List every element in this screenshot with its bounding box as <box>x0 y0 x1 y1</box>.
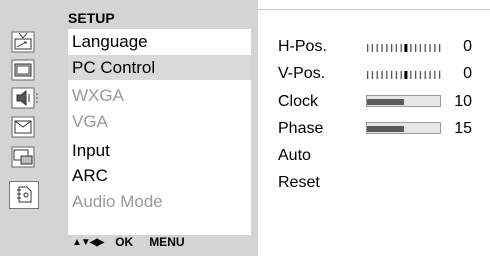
slider-tick <box>376 44 378 52</box>
navigation-hint: ▲▼◀▶ OK MENU <box>72 235 185 249</box>
reset-row[interactable]: Reset <box>278 172 488 194</box>
menu-item-arc[interactable]: ARC <box>68 163 251 188</box>
phase-value: 15 <box>454 120 472 137</box>
h-pos-row: H-Pos. 0 <box>278 36 488 58</box>
slider-tick <box>410 44 412 52</box>
phase-label: Phase <box>278 120 324 137</box>
slider-position-marker <box>404 71 408 79</box>
phase-slider[interactable] <box>366 122 441 134</box>
slider-tick <box>424 71 426 79</box>
clock-label: Clock <box>278 93 319 110</box>
slider-tick <box>434 71 436 79</box>
slider-tick <box>424 44 426 52</box>
auto-row[interactable]: Auto <box>278 145 488 167</box>
arrow-keys-icon: ▲▼◀▶ <box>72 236 104 248</box>
menu-item-audio-mode: Audio Mode <box>72 192 163 211</box>
h-pos-slider[interactable] <box>366 44 442 52</box>
slider-tick <box>395 44 398 52</box>
slider-tick <box>371 44 374 52</box>
menu-key-label: MENU <box>149 235 185 249</box>
menu-item-input[interactable]: Input <box>68 138 251 163</box>
menu-item-language[interactable]: Language <box>68 29 251 54</box>
slider-tick <box>415 71 417 79</box>
auto-option[interactable]: Auto <box>278 145 311 167</box>
slider-tick <box>376 71 378 79</box>
h-pos-label: H-Pos. <box>278 38 327 55</box>
clock-row: Clock 10 <box>278 91 488 113</box>
pip-icon[interactable] <box>6 144 64 170</box>
slider-tick <box>391 71 393 79</box>
slider-tick <box>439 71 441 79</box>
slider-tick <box>439 44 441 52</box>
menu-item-vga: VGA <box>72 112 108 131</box>
slider-tick <box>381 44 383 52</box>
ok-key-label: OK <box>115 235 134 249</box>
v-pos-label: V-Pos. <box>278 65 326 82</box>
sound-icon[interactable] <box>6 85 64 111</box>
timer-icon[interactable] <box>6 114 64 140</box>
slider-tick <box>400 44 402 52</box>
setup-menu-list: Language PC Control WXGA VGA Input ARC A… <box>68 29 251 235</box>
slider-tick <box>419 71 422 79</box>
setup-osd-menu: SETUP Language PC Control WXGA VGA Input… <box>0 0 490 256</box>
v-pos-slider[interactable] <box>366 71 442 79</box>
slider-position-marker <box>404 44 408 52</box>
slider-tick <box>395 71 398 79</box>
phase-slider-fill <box>367 126 404 132</box>
menu-title: SETUP <box>68 10 115 26</box>
menu-item-pc-control[interactable]: PC Control <box>68 55 251 80</box>
slider-tick <box>386 71 388 79</box>
phase-row: Phase 15 <box>278 118 488 140</box>
slider-tick <box>429 71 431 79</box>
picture-icon[interactable] <box>6 57 64 83</box>
slider-tick <box>367 44 369 52</box>
slider-tick <box>434 44 436 52</box>
clock-slider-fill <box>367 99 404 105</box>
menu-item-wxga: WXGA <box>72 86 124 105</box>
pc-control-panel: H-Pos. 0 V-Pos. 0 Clock 10 Phase 15 Auto <box>258 10 490 256</box>
slider-tick <box>429 44 431 52</box>
slider-tick <box>391 44 393 52</box>
h-pos-value: 0 <box>463 38 472 55</box>
clock-value: 10 <box>454 93 472 110</box>
slider-tick <box>415 44 417 52</box>
slider-tick <box>381 71 383 79</box>
slider-tick <box>410 71 412 79</box>
tv-antenna-icon[interactable] <box>6 29 64 55</box>
reset-option[interactable]: Reset <box>278 172 320 194</box>
slider-tick <box>386 44 388 52</box>
v-pos-row: V-Pos. 0 <box>278 63 488 85</box>
slider-tick <box>371 71 374 79</box>
slider-tick <box>419 44 422 52</box>
v-pos-value: 0 <box>463 65 472 82</box>
clock-slider[interactable] <box>366 95 441 107</box>
setup-icon[interactable] <box>9 181 39 209</box>
slider-track <box>367 71 441 79</box>
slider-tick <box>400 71 402 79</box>
slider-track <box>367 44 441 52</box>
slider-tick <box>367 71 369 79</box>
